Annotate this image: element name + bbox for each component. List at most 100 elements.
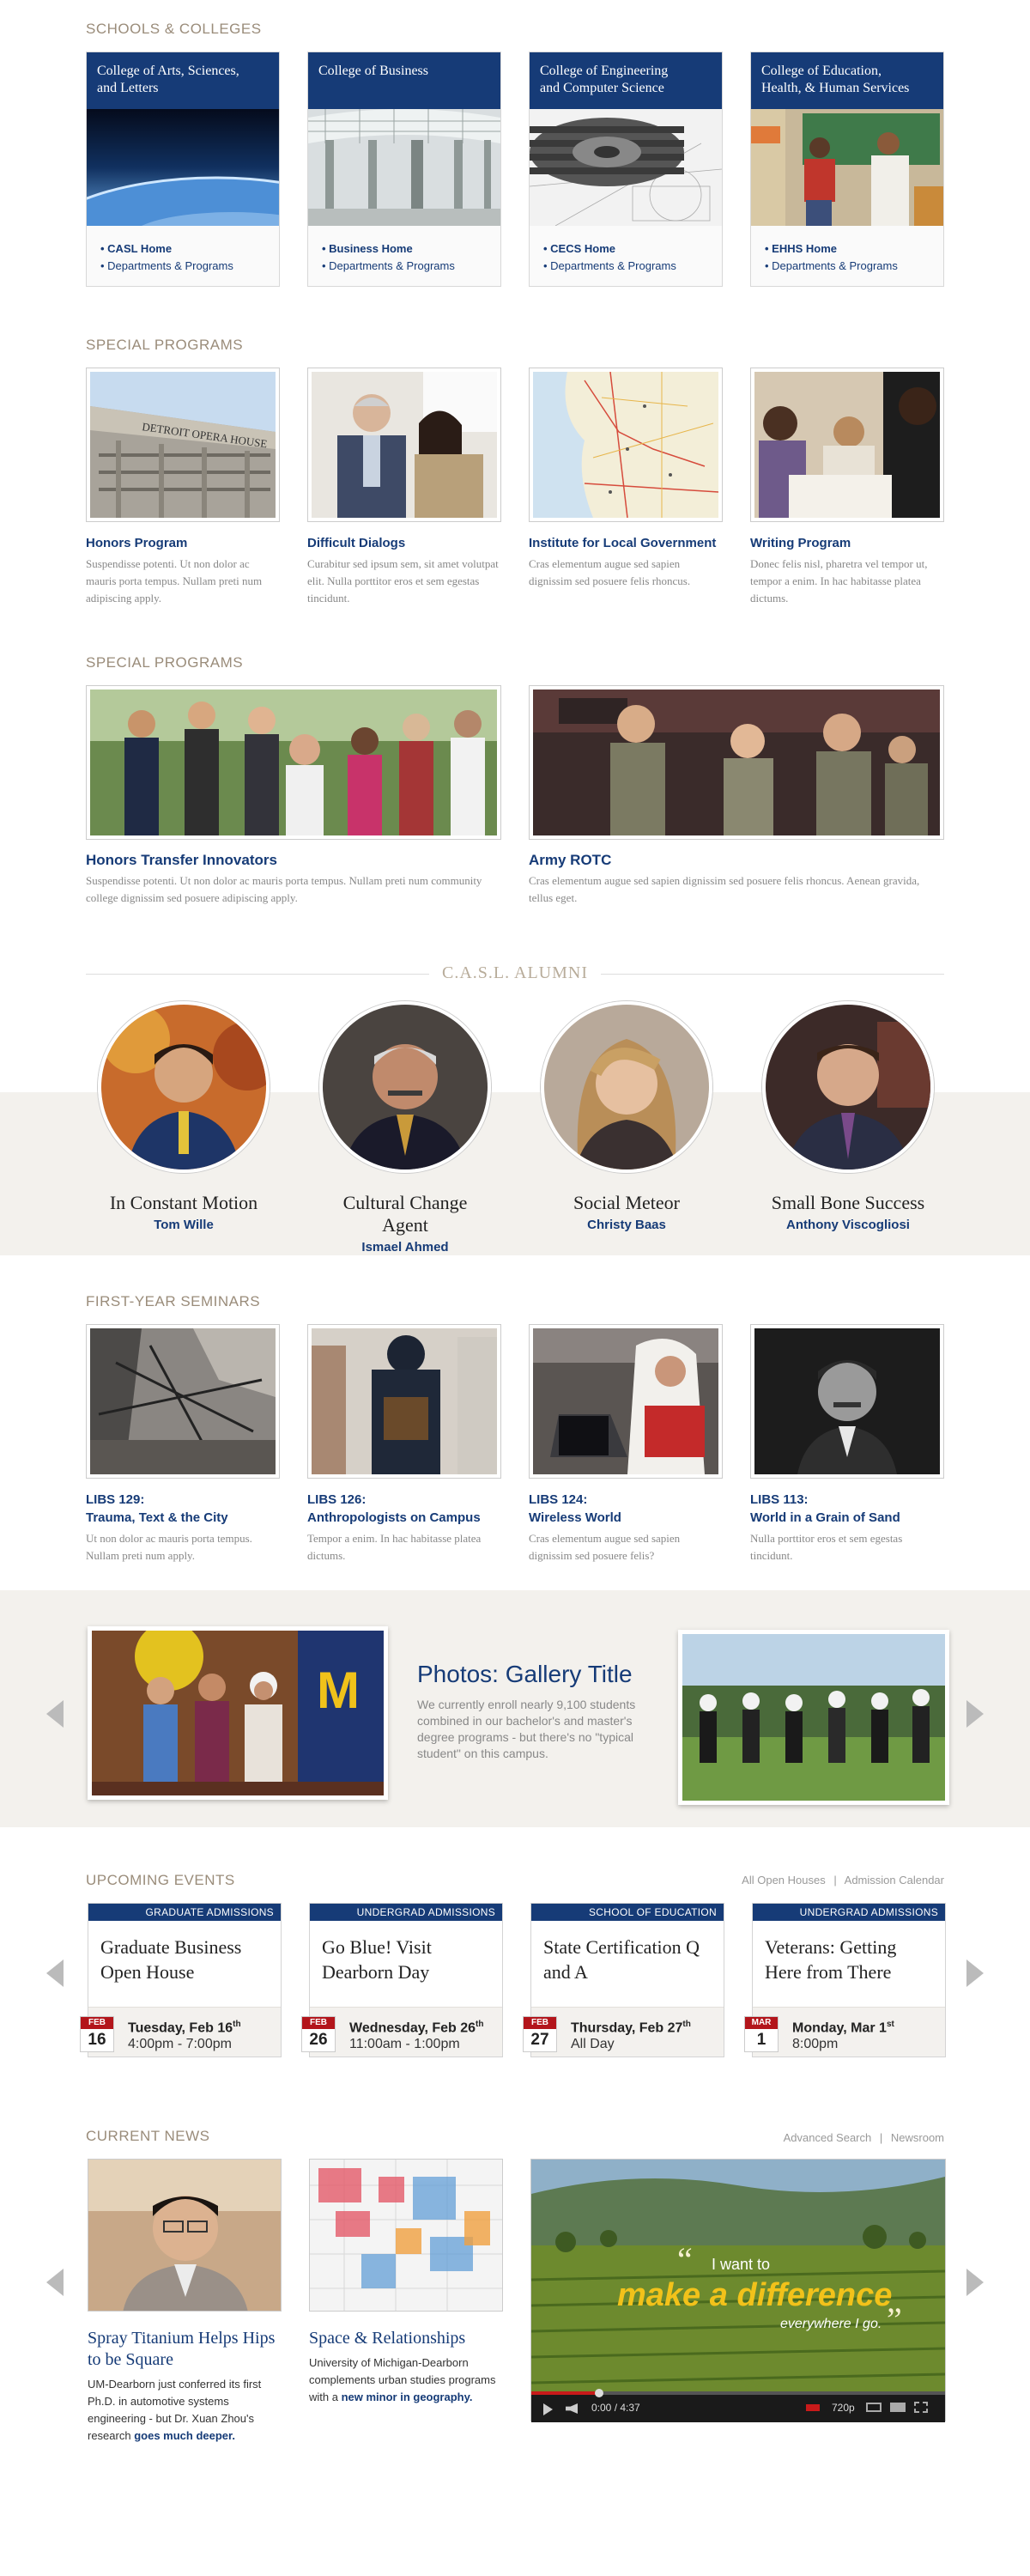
events-section-label: UPCOMING EVENTS [86, 1872, 235, 1888]
ehhs-home-link[interactable]: EHHS Home [765, 240, 930, 258]
news-title[interactable]: Space & Relationships [309, 2328, 503, 2349]
seminar-title[interactable]: Trauma, Text & the City [86, 1510, 228, 1525]
link-separator: | [879, 2131, 883, 2144]
seminar-title[interactable]: Wireless World [529, 1510, 621, 1525]
news-card[interactable]: Spray Titanium Helps Hips to be Square U… [88, 2159, 282, 2445]
gallery-photo-next[interactable] [678, 1630, 949, 1805]
event-title[interactable]: State Certification Q and A [531, 1921, 724, 2007]
program-card-army-rotc[interactable]: Army ROTC Cras elementum augue sed sapie… [529, 685, 944, 907]
alumni-name[interactable]: Christy Baas [541, 1218, 712, 1232]
school-card-casl[interactable]: College of Arts, Sciences, and Letters CA… [25, 52, 406, 334]
events-next-arrow-icon[interactable] [966, 1959, 984, 1987]
business-home-link[interactable]: Business Home [322, 240, 487, 258]
casl-departments-link[interactable]: Departments & Programs [100, 258, 265, 275]
seminar-card[interactable]: LIBS 129: Trauma, Text & the City Ut non … [86, 1324, 280, 1564]
school-card-cecs[interactable]: College of Engineering and Computer Scien… [529, 52, 723, 287]
video-quote-close: ” [887, 2300, 902, 2339]
school-card-business[interactable]: College of Business Business Home Depart… [307, 52, 501, 287]
gallery-next-arrow-icon[interactable] [966, 1700, 984, 1728]
school-title[interactable]: College of Business [308, 52, 500, 109]
alumni-name[interactable]: Ismael Ahmed [319, 1240, 491, 1255]
alumni-card[interactable]: Cultural Change Agent Ismael Ahmed [319, 1001, 491, 1255]
news-title[interactable]: Spray Titanium Helps Hips to be Square [88, 2328, 282, 2371]
school-title[interactable]: College of Arts, Sciences, and Letters [87, 52, 279, 109]
program-title[interactable]: Army ROTC [529, 852, 944, 869]
news-read-more-link[interactable]: goes much deeper. [134, 2429, 235, 2442]
alumni-title[interactable]: In Constant Motion [98, 1192, 270, 1214]
admission-calendar-link[interactable]: Admission Calendar [845, 1874, 944, 1886]
gallery-photo-main[interactable]: M [88, 1622, 388, 1800]
seminar-card[interactable]: LIBS 126: Anthropologists on Campus Tempo… [307, 1324, 501, 1564]
alumni-title[interactable]: Social Meteor [541, 1192, 712, 1214]
casl-home-link[interactable]: CASL Home [100, 240, 265, 258]
event-card[interactable]: UNDERGRAD ADMISSIONS Veterans: Getting H… [744, 1903, 946, 2057]
seminar-title[interactable]: Anthropologists on Campus [307, 1510, 481, 1525]
video-player[interactable]: “ I want to make a difference everywhere… [530, 2159, 946, 2422]
program-title[interactable]: Institute for Local Government [529, 534, 723, 552]
alumni-name[interactable]: Anthony Viscogliosi [762, 1218, 934, 1232]
program-card-difficult-dialogs[interactable]: Difficult Dialogs Curabitur sed ipsum se… [307, 368, 501, 607]
calendar-icon: FEB 26 [301, 2016, 336, 2052]
video-caption-line2: make a difference [617, 2277, 892, 2313]
school-title[interactable]: College of Education, Health, & Human Ser… [751, 52, 943, 109]
events-prev-arrow-icon[interactable] [46, 1959, 64, 1987]
all-open-houses-link[interactable]: All Open Houses [742, 1874, 826, 1886]
news-card[interactable]: Space & Relationships University of Mich… [309, 2159, 504, 2406]
school-card-ehhs[interactable]: College of Education, Health, & Human Ser… [750, 52, 944, 287]
event-title[interactable]: Veterans: Getting Here from There [753, 1921, 945, 2007]
gallery-prev-arrow-icon[interactable] [46, 1700, 64, 1728]
rotc-cadets-photo [533, 690, 940, 835]
alumni-card[interactable]: Small Bone Success Anthony Viscogliosi [762, 1001, 934, 1232]
seminar-code[interactable]: LIBS 113: [750, 1492, 809, 1507]
alumni-card[interactable]: In Constant Motion Tom Wille [98, 1001, 270, 1232]
program-card-honors-transfer[interactable]: Honors Transfer Innovators Suspendisse p… [86, 685, 501, 907]
widescreen-icon[interactable] [890, 2403, 906, 2412]
cecs-departments-link[interactable]: Departments & Programs [543, 258, 708, 275]
news-read-more-link[interactable]: new minor in geography. [342, 2391, 473, 2403]
program-card-writing[interactable]: Writing Program Donec felis nisl, pharet… [750, 368, 944, 607]
alumni-title[interactable]: Cultural Change Agent [319, 1192, 491, 1236]
program-title[interactable]: Honors Transfer Innovators [86, 852, 501, 869]
video-scrubber-handle[interactable] [595, 2389, 603, 2397]
news-next-arrow-icon[interactable] [966, 2269, 984, 2296]
program-title[interactable]: Honors Program [86, 534, 280, 552]
event-title[interactable]: Go Blue! Visit Dearborn Day [310, 1921, 502, 2007]
popout-icon[interactable] [866, 2403, 882, 2412]
school-title[interactable]: College of Engineering and Computer Scien… [530, 52, 722, 109]
researcher-portrait-photo [88, 2159, 282, 2312]
classroom-photo [751, 109, 943, 226]
ehhs-departments-link[interactable]: Departments & Programs [765, 258, 930, 275]
alumni-title[interactable]: Small Bone Success [762, 1192, 934, 1214]
seminar-code[interactable]: LIBS 129: [86, 1492, 144, 1507]
seminar-description: Ut non dolor ac mauris porta tempus. Nul… [86, 1532, 252, 1562]
event-card[interactable]: UNDERGRAD ADMISSIONS Go Blue! Visit Dear… [301, 1903, 503, 2057]
seminar-card[interactable]: LIBS 113: World in a Grain of Sand Nulla … [750, 1324, 944, 1564]
advanced-search-link[interactable]: Advanced Search [784, 2131, 872, 2144]
cecs-home-link[interactable]: CECS Home [543, 240, 708, 258]
seminars-section-label: FIRST-YEAR SEMINARS [86, 1293, 261, 1309]
student-laptop-photo [533, 1328, 718, 1474]
gallery-title[interactable]: Photos: Gallery Title [417, 1661, 663, 1688]
newsroom-link[interactable]: Newsroom [891, 2131, 944, 2144]
school-title-line2: Health, & Human Services [761, 81, 910, 95]
event-title[interactable]: Graduate Business Open House [88, 1921, 281, 2007]
program-title[interactable]: Writing Program [750, 534, 944, 552]
seminar-code[interactable]: LIBS 126: [307, 1492, 366, 1507]
news-prev-arrow-icon[interactable] [46, 2269, 64, 2296]
seminar-title[interactable]: World in a Grain of Sand [750, 1510, 900, 1525]
play-icon[interactable] [543, 2403, 553, 2415]
program-card-local-government[interactable]: Institute for Local Government Cras elem… [529, 368, 723, 590]
alumni-card[interactable]: Social Meteor Christy Baas [541, 1001, 712, 1232]
volume-icon[interactable] [566, 2403, 578, 2414]
video-quality[interactable]: 720p [832, 2402, 855, 2414]
seminar-code[interactable]: LIBS 124: [529, 1492, 587, 1507]
program-card-honors[interactable]: DETROIT OPERA HOUSE Honors Program Suspe… [86, 368, 280, 607]
seminar-card[interactable]: LIBS 124: Wireless World Cras elementum a… [529, 1324, 723, 1564]
fullscreen-icon[interactable] [914, 2402, 928, 2413]
school-title-line1: College of Business [318, 64, 428, 78]
event-card[interactable]: SCHOOL OF EDUCATION State Certification … [523, 1903, 724, 2057]
alumni-name[interactable]: Tom Wille [98, 1218, 270, 1232]
event-card[interactable]: GRADUATE ADMISSIONS Graduate Business Op… [80, 1903, 282, 2057]
program-title[interactable]: Difficult Dialogs [307, 534, 501, 552]
business-departments-link[interactable]: Departments & Programs [322, 258, 487, 275]
